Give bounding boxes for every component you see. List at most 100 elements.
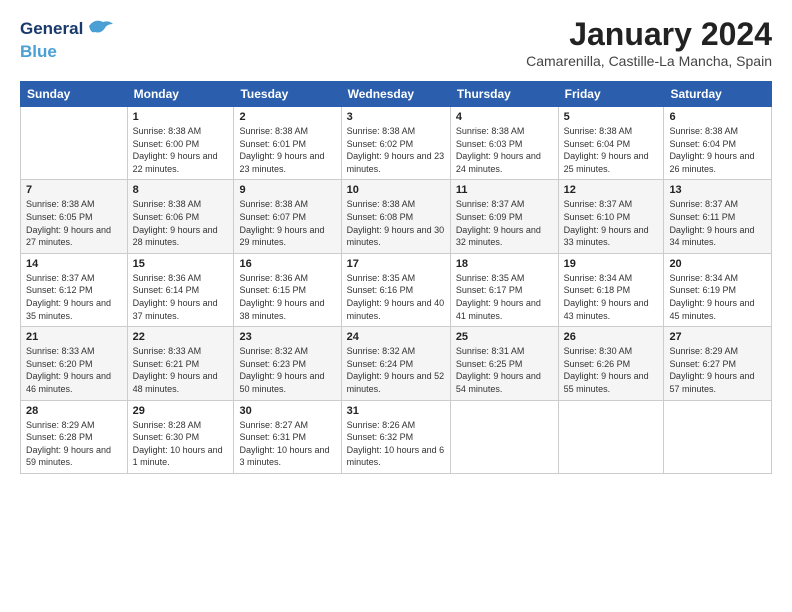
day-number: 1 [133, 111, 229, 123]
day-number: 4 [456, 111, 553, 123]
calendar-cell: 11 Sunrise: 8:37 AMSunset: 6:09 PMDayligh… [450, 180, 558, 253]
calendar-cell [664, 400, 772, 473]
day-info: Sunrise: 8:30 AMSunset: 6:26 PMDaylight:… [564, 346, 649, 394]
calendar-cell: 31 Sunrise: 8:26 AMSunset: 6:32 PMDayligh… [341, 400, 450, 473]
day-info: Sunrise: 8:29 AMSunset: 6:27 PMDaylight:… [669, 346, 754, 394]
day-info: Sunrise: 8:38 AMSunset: 6:04 PMDaylight:… [669, 126, 754, 174]
calendar-cell [21, 107, 128, 180]
weekday-header-wednesday: Wednesday [341, 82, 450, 107]
weekday-header-sunday: Sunday [21, 82, 128, 107]
day-number: 2 [239, 111, 335, 123]
calendar-cell: 6 Sunrise: 8:38 AMSunset: 6:04 PMDaylight… [664, 107, 772, 180]
day-info: Sunrise: 8:38 AMSunset: 6:03 PMDaylight:… [456, 126, 541, 174]
day-number: 19 [564, 258, 659, 270]
calendar-cell: 23 Sunrise: 8:32 AMSunset: 6:23 PMDayligh… [234, 327, 341, 400]
day-number: 27 [669, 331, 766, 343]
calendar-cell: 10 Sunrise: 8:38 AMSunset: 6:08 PMDayligh… [341, 180, 450, 253]
bird-icon [87, 16, 115, 42]
day-info: Sunrise: 8:38 AMSunset: 6:08 PMDaylight:… [347, 199, 445, 247]
day-info: Sunrise: 8:38 AMSunset: 6:01 PMDaylight:… [239, 126, 324, 174]
calendar-cell: 21 Sunrise: 8:33 AMSunset: 6:20 PMDayligh… [21, 327, 128, 400]
day-number: 15 [133, 258, 229, 270]
day-number: 31 [347, 405, 445, 417]
day-info: Sunrise: 8:38 AMSunset: 6:04 PMDaylight:… [564, 126, 649, 174]
day-number: 14 [26, 258, 122, 270]
day-info: Sunrise: 8:37 AMSunset: 6:10 PMDaylight:… [564, 199, 649, 247]
day-number: 25 [456, 331, 553, 343]
calendar-cell: 20Sunrise: 8:34 AMSunset: 6:19 PMDayligh… [664, 253, 772, 326]
weekday-header-thursday: Thursday [450, 82, 558, 107]
day-info: Sunrise: 8:38 AMSunset: 6:06 PMDaylight:… [133, 199, 218, 247]
calendar-cell: 29 Sunrise: 8:28 AMSunset: 6:30 PMDayligh… [127, 400, 234, 473]
day-info: Sunrise: 8:35 AMSunset: 6:16 PMDaylight:… [347, 273, 445, 321]
logo-blue-text: Blue [20, 42, 57, 61]
day-number: 12 [564, 184, 659, 196]
day-number: 23 [239, 331, 335, 343]
day-info: Sunrise: 8:28 AMSunset: 6:30 PMDaylight:… [133, 420, 223, 468]
day-number: 28 [26, 405, 122, 417]
calendar-cell: 22Sunrise: 8:33 AMSunset: 6:21 PMDayligh… [127, 327, 234, 400]
calendar-cell: 12 Sunrise: 8:37 AMSunset: 6:10 PMDayligh… [558, 180, 664, 253]
day-number: 24 [347, 331, 445, 343]
day-number: 3 [347, 111, 445, 123]
calendar-cell: 18 Sunrise: 8:35 AMSunset: 6:17 PMDayligh… [450, 253, 558, 326]
day-number: 11 [456, 184, 553, 196]
day-number: 9 [239, 184, 335, 196]
calendar-cell [558, 400, 664, 473]
day-info: Sunrise: 8:36 AMSunset: 6:15 PMDaylight:… [239, 273, 324, 321]
calendar-cell: 16 Sunrise: 8:36 AMSunset: 6:15 PMDayligh… [234, 253, 341, 326]
calendar-cell: 5Sunrise: 8:38 AMSunset: 6:04 PMDaylight… [558, 107, 664, 180]
header: General Blue January 2024 Camarenilla, C… [20, 16, 772, 69]
day-number: 17 [347, 258, 445, 270]
day-info: Sunrise: 8:34 AMSunset: 6:18 PMDaylight:… [564, 273, 649, 321]
calendar-cell: 7 Sunrise: 8:38 AMSunset: 6:05 PMDaylight… [21, 180, 128, 253]
day-info: Sunrise: 8:34 AMSunset: 6:19 PMDaylight:… [669, 273, 754, 321]
day-info: Sunrise: 8:32 AMSunset: 6:24 PMDaylight:… [347, 346, 445, 394]
day-info: Sunrise: 8:38 AMSunset: 6:05 PMDaylight:… [26, 199, 111, 247]
title-section: January 2024 Camarenilla, Castille-La Ma… [526, 16, 772, 69]
calendar-cell [450, 400, 558, 473]
day-number: 7 [26, 184, 122, 196]
day-info: Sunrise: 8:26 AMSunset: 6:32 PMDaylight:… [347, 420, 445, 468]
day-number: 29 [133, 405, 229, 417]
calendar-cell: 19 Sunrise: 8:34 AMSunset: 6:18 PMDayligh… [558, 253, 664, 326]
day-info: Sunrise: 8:38 AMSunset: 6:07 PMDaylight:… [239, 199, 324, 247]
calendar-week-0: 1 Sunrise: 8:38 AMSunset: 6:00 PMDaylight… [21, 107, 772, 180]
calendar-cell: 3Sunrise: 8:38 AMSunset: 6:02 PMDaylight… [341, 107, 450, 180]
day-info: Sunrise: 8:33 AMSunset: 6:20 PMDaylight:… [26, 346, 111, 394]
calendar-cell: 17 Sunrise: 8:35 AMSunset: 6:16 PMDayligh… [341, 253, 450, 326]
logo: General Blue [20, 16, 115, 62]
calendar-cell: 14Sunrise: 8:37 AMSunset: 6:12 PMDayligh… [21, 253, 128, 326]
weekday-header-tuesday: Tuesday [234, 82, 341, 107]
day-number: 18 [456, 258, 553, 270]
day-number: 6 [669, 111, 766, 123]
calendar-cell: 24 Sunrise: 8:32 AMSunset: 6:24 PMDayligh… [341, 327, 450, 400]
day-number: 8 [133, 184, 229, 196]
day-info: Sunrise: 8:37 AMSunset: 6:09 PMDaylight:… [456, 199, 541, 247]
calendar-header-row: SundayMondayTuesdayWednesdayThursdayFrid… [21, 82, 772, 107]
day-number: 30 [239, 405, 335, 417]
calendar-cell: 30Sunrise: 8:27 AMSunset: 6:31 PMDayligh… [234, 400, 341, 473]
calendar-cell: 26Sunrise: 8:30 AMSunset: 6:26 PMDayligh… [558, 327, 664, 400]
subtitle: Camarenilla, Castille-La Mancha, Spain [526, 53, 772, 69]
day-number: 16 [239, 258, 335, 270]
calendar-cell: 25 Sunrise: 8:31 AMSunset: 6:25 PMDayligh… [450, 327, 558, 400]
page: General Blue January 2024 Camarenilla, C… [0, 0, 792, 612]
day-info: Sunrise: 8:32 AMSunset: 6:23 PMDaylight:… [239, 346, 324, 394]
calendar-cell: 28 Sunrise: 8:29 AMSunset: 6:28 PMDayligh… [21, 400, 128, 473]
day-number: 21 [26, 331, 122, 343]
calendar-week-4: 28 Sunrise: 8:29 AMSunset: 6:28 PMDayligh… [21, 400, 772, 473]
calendar-cell: 2 Sunrise: 8:38 AMSunset: 6:01 PMDaylight… [234, 107, 341, 180]
day-info: Sunrise: 8:29 AMSunset: 6:28 PMDaylight:… [26, 420, 111, 468]
day-number: 10 [347, 184, 445, 196]
calendar-week-3: 21 Sunrise: 8:33 AMSunset: 6:20 PMDayligh… [21, 327, 772, 400]
weekday-header-friday: Friday [558, 82, 664, 107]
day-info: Sunrise: 8:38 AMSunset: 6:00 PMDaylight:… [133, 126, 218, 174]
day-info: Sunrise: 8:31 AMSunset: 6:25 PMDaylight:… [456, 346, 541, 394]
calendar-cell: 4 Sunrise: 8:38 AMSunset: 6:03 PMDaylight… [450, 107, 558, 180]
calendar-cell: 1 Sunrise: 8:38 AMSunset: 6:00 PMDaylight… [127, 107, 234, 180]
main-title: January 2024 [526, 16, 772, 53]
weekday-header-saturday: Saturday [664, 82, 772, 107]
day-number: 13 [669, 184, 766, 196]
day-info: Sunrise: 8:35 AMSunset: 6:17 PMDaylight:… [456, 273, 541, 321]
